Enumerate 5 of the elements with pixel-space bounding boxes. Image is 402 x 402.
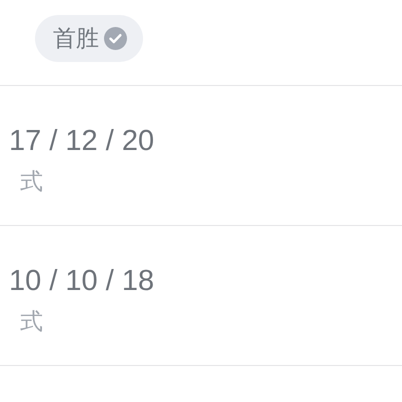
mode-label: 式 — [19, 308, 43, 336]
achievement-label: 首胜 — [53, 25, 99, 54]
kda-score: 17 / 12 / 20 — [8, 124, 154, 158]
mode-label: 式 — [19, 168, 43, 196]
kda-score: 10 / 10 / 18 — [8, 264, 154, 298]
